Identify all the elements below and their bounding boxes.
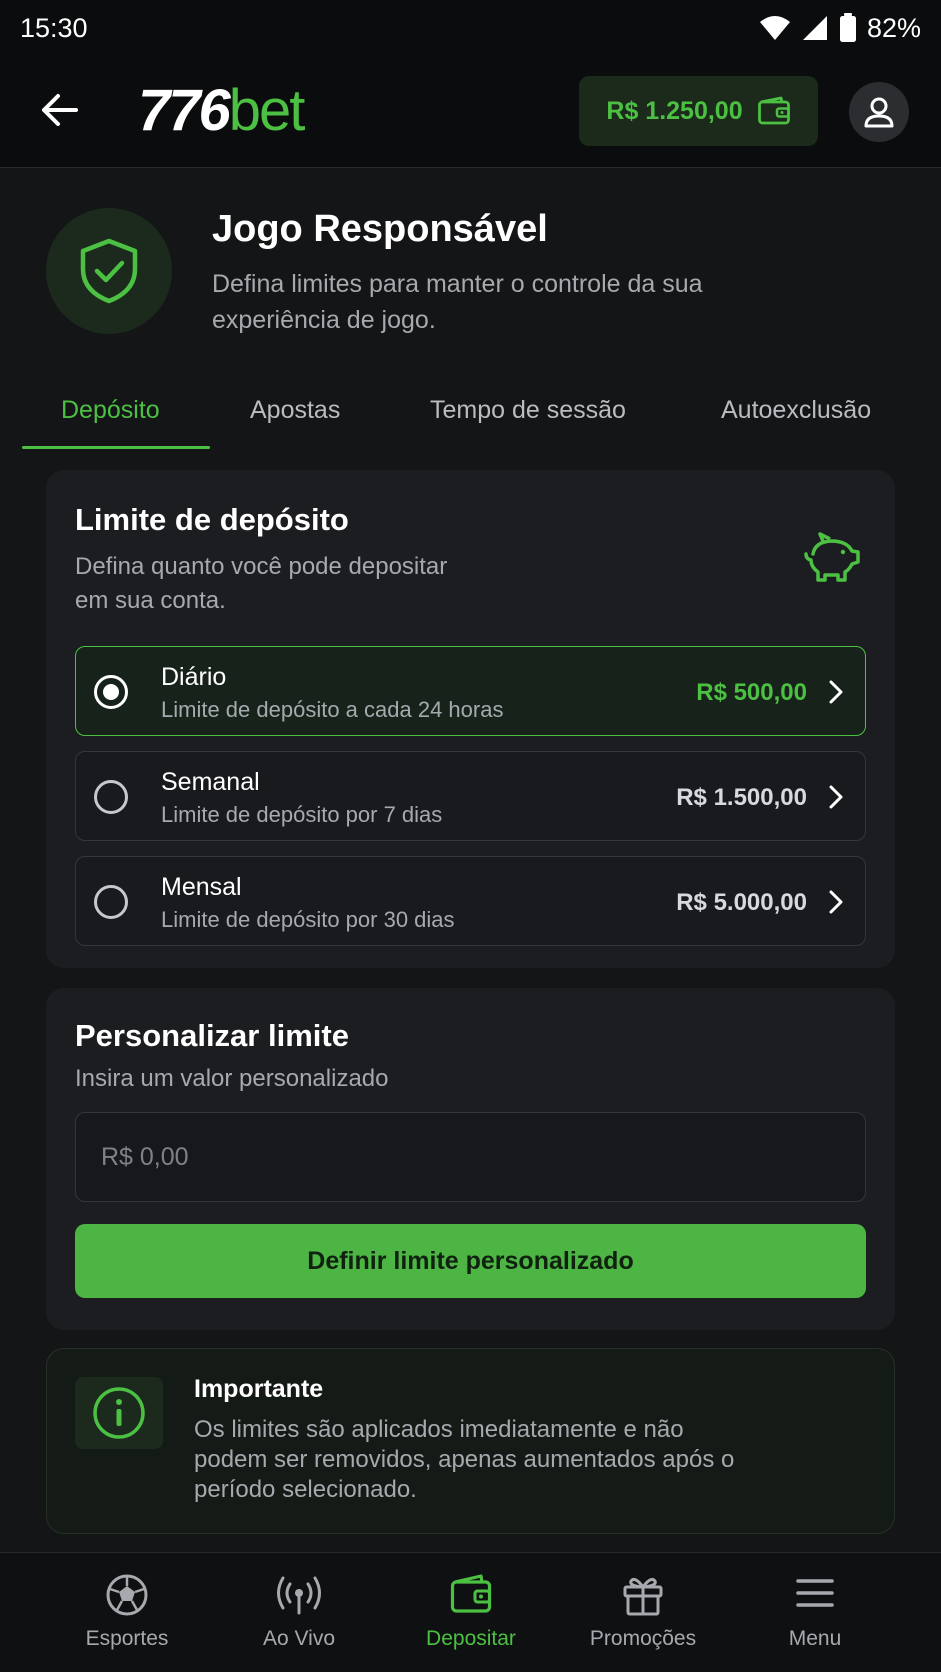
important-info-card: Importante Os limites são aplicados imed…	[46, 1348, 895, 1534]
deposit-limit-title: Limite de depósito	[75, 502, 349, 537]
limit-tabs: Depósito Apostas Tempo de sessão Autoexc…	[0, 380, 941, 452]
deposit-limit-subtitle-line1: Defina quanto você pode depositar	[75, 553, 448, 580]
balance-amount: R$ 1.250,00	[606, 96, 743, 125]
battery-percentage: 82%	[866, 12, 921, 43]
nav-label: Menu	[788, 1627, 842, 1650]
tab-autoexclusao[interactable]: Autoexclusão	[721, 396, 871, 425]
nav-label: Ao Vivo	[263, 1627, 335, 1650]
live-broadcast-icon	[277, 1576, 321, 1615]
option-description: Limite de depósito por 7 dias	[161, 802, 443, 827]
option-amount: R$ 5.000,00	[676, 889, 807, 916]
info-text: Os limites são aplicados imediatamente e…	[194, 1416, 735, 1503]
shield-check-icon	[80, 238, 138, 304]
hamburger-menu-icon	[796, 1579, 834, 1607]
nav-promocoes[interactable]: Promoções	[557, 1553, 729, 1672]
logo-number: 776	[138, 78, 231, 143]
cellular-signal-icon	[802, 16, 827, 40]
nav-menu[interactable]: Menu	[729, 1553, 901, 1672]
option-description: Limite de depósito a cada 24 horas	[161, 697, 504, 722]
limit-option-diario[interactable]: Diário Limite de depósito a cada 24 hora…	[75, 646, 866, 736]
profile-button[interactable]	[849, 82, 909, 142]
nav-ao-vivo[interactable]: Ao Vivo	[213, 1553, 385, 1672]
option-amount: R$ 1.500,00	[676, 784, 807, 811]
arrow-left-icon	[42, 94, 78, 126]
balance-button[interactable]: R$ 1.250,00	[579, 76, 818, 146]
shield-badge	[46, 208, 172, 334]
info-icon-box	[75, 1377, 163, 1449]
option-name: Diário	[161, 663, 227, 691]
option-amount: R$ 500,00	[696, 679, 807, 706]
active-tab-indicator	[22, 446, 210, 449]
custom-limit-title: Personalizar limite	[75, 1018, 349, 1053]
tab-apostas[interactable]: Apostas	[250, 396, 340, 425]
info-title: Importante	[194, 1375, 324, 1403]
user-icon	[864, 97, 894, 128]
info-icon	[93, 1387, 145, 1439]
nav-depositar[interactable]: Depositar	[385, 1553, 557, 1672]
nav-label: Promoções	[589, 1627, 697, 1650]
page-title: Jogo Responsável	[212, 208, 548, 250]
wallet-icon	[757, 96, 790, 125]
chevron-right-icon	[829, 785, 843, 809]
deposit-limit-card: Limite de depósito Defina quanto você po…	[46, 470, 895, 968]
deposit-limit-subtitle-line2: em sua conta.	[75, 587, 226, 614]
back-button[interactable]	[36, 86, 84, 134]
set-custom-limit-button[interactable]: Definir limite personalizado	[75, 1224, 866, 1298]
wallet-icon	[450, 1574, 492, 1613]
chevron-right-icon	[829, 890, 843, 914]
limit-option-semanal[interactable]: Semanal Limite de depósito por 7 dias R$…	[75, 751, 866, 841]
chevron-right-icon	[829, 680, 843, 704]
custom-limit-card: Personalizar limite Insira um valor pers…	[46, 988, 895, 1330]
logo-suffix: bet	[228, 78, 306, 143]
screen: 15:30 82% 776bet R$ 1.250,00 Jogo Respon…	[0, 0, 941, 1672]
limit-option-mensal[interactable]: Mensal Limite de depósito por 30 dias R$…	[75, 856, 866, 946]
app-header: 776bet R$ 1.250,00	[0, 56, 941, 168]
radio-selected[interactable]	[94, 675, 128, 709]
nav-label: Esportes	[85, 1627, 169, 1650]
option-name: Semanal	[161, 768, 260, 796]
status-indicators: 82%	[759, 13, 921, 44]
battery-icon	[839, 13, 856, 42]
status-time: 15:30	[20, 12, 88, 43]
piggy-bank-icon	[804, 532, 860, 582]
nav-esportes[interactable]: Esportes	[41, 1553, 213, 1672]
nav-label: Depositar	[426, 1627, 516, 1650]
option-name: Mensal	[161, 873, 242, 901]
bottom-navigation: Esportes Ao Vivo Depositar Promoções Men…	[0, 1552, 941, 1672]
gift-icon	[623, 1578, 663, 1616]
radio-unselected[interactable]	[94, 780, 128, 814]
radio-unselected[interactable]	[94, 885, 128, 919]
soccer-ball-icon	[106, 1574, 148, 1616]
custom-limit-input[interactable]	[75, 1112, 866, 1202]
option-description: Limite de depósito por 30 dias	[161, 907, 455, 932]
wifi-icon	[759, 16, 790, 40]
brand-logo[interactable]: 776bet	[138, 78, 306, 144]
radio-dot	[103, 684, 119, 700]
page-description: Defina limites para manter o controle da…	[212, 270, 703, 334]
status-bar: 15:30 82%	[0, 0, 941, 56]
custom-limit-subtitle: Insira um valor personalizado	[75, 1065, 389, 1092]
tab-deposito[interactable]: Depósito	[61, 396, 160, 425]
tab-tempo-de-sessao[interactable]: Tempo de sessão	[430, 396, 626, 425]
